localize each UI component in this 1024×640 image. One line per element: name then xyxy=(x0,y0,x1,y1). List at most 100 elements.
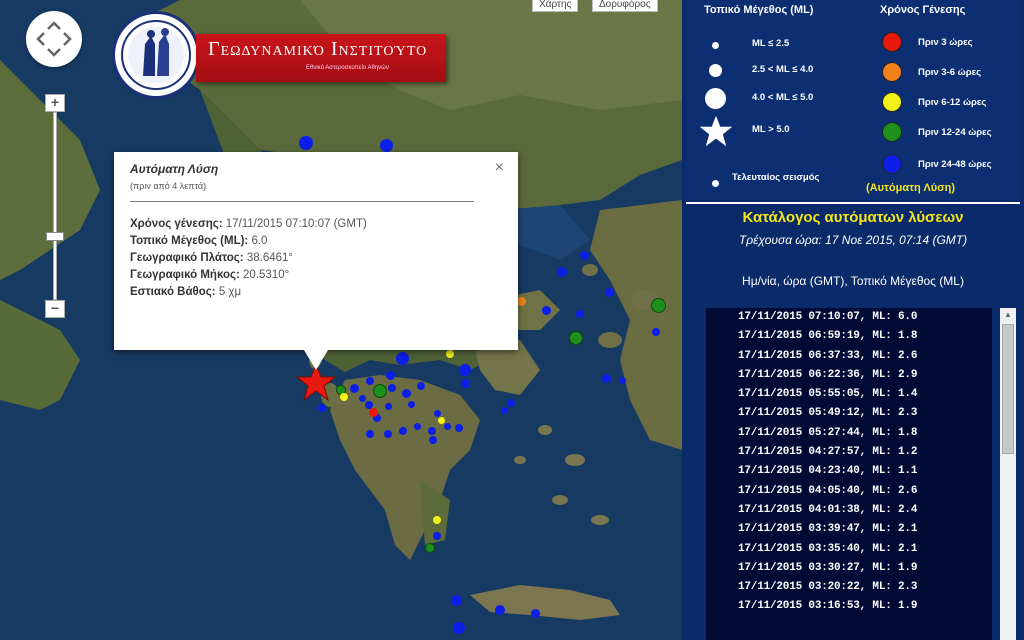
earthquake-marker[interactable] xyxy=(443,422,451,430)
magnitude-legend-item: 4.0 < ML ≤ 5.0 xyxy=(752,92,814,103)
origin-time-label: Χρόνος γένεσης: xyxy=(130,218,223,230)
earthquake-marker[interactable] xyxy=(399,427,407,435)
earthquake-marker[interactable] xyxy=(433,409,441,417)
earthquake-marker[interactable] xyxy=(388,384,396,392)
close-icon[interactable]: × xyxy=(495,160,504,176)
time-color-circle-icon xyxy=(882,122,902,142)
earthquake-marker[interactable] xyxy=(530,608,540,618)
longitude-row: Γεωγραφικό Μήκος: 20.5310° xyxy=(130,269,502,281)
institute-logo: Γεωδυναμικό Ινστιτούτο Εθνικό Αστεροσκοπ… xyxy=(112,11,446,101)
earthquake-marker[interactable] xyxy=(507,399,515,407)
earthquake-marker[interactable] xyxy=(453,622,465,634)
earthquake-marker[interactable] xyxy=(500,406,508,414)
scroll-up-arrow-icon[interactable]: ▲ xyxy=(1000,308,1016,322)
time-legend-item: Πριν 12-24 ώρες xyxy=(918,127,992,138)
earthquake-marker[interactable] xyxy=(407,400,415,408)
magnitude-row: Τοπικό Μέγεθος (ML): 6.0 xyxy=(130,235,502,247)
earthquake-marker[interactable] xyxy=(425,543,435,553)
earthquake-marker[interactable] xyxy=(366,377,374,385)
pan-arrows-icon xyxy=(36,21,72,57)
institute-seal-icon xyxy=(112,11,200,99)
earthquake-marker[interactable] xyxy=(384,430,392,438)
earthquake-marker[interactable] xyxy=(299,136,313,150)
earthquake-marker[interactable] xyxy=(318,404,326,412)
earthquake-marker[interactable] xyxy=(579,250,589,260)
zoom-in-button[interactable]: + xyxy=(45,94,65,112)
zoom-slider-thumb[interactable] xyxy=(46,232,64,241)
earthquake-marker[interactable] xyxy=(541,305,551,315)
earthquake-marker[interactable] xyxy=(385,370,395,380)
catalog-entry[interactable]: 17/11/2015 06:37:33, ML: 2.6 xyxy=(706,347,992,366)
catalog-entry[interactable]: 17/11/2015 03:35:40, ML: 2.1 xyxy=(706,540,992,559)
catalog-list[interactable]: 17/11/2015 07:10:07, ML: 6.0 17/11/2015 0… xyxy=(706,308,992,640)
catalog-entry[interactable]: 17/11/2015 05:27:44, ML: 1.8 xyxy=(706,424,992,443)
earthquake-marker[interactable] xyxy=(604,287,614,297)
catalog-entry[interactable]: 17/11/2015 07:10:07, ML: 6.0 xyxy=(706,308,992,327)
earthquake-marker[interactable] xyxy=(433,516,441,524)
catalog-entry[interactable]: 17/11/2015 06:59:19, ML: 1.8 xyxy=(706,327,992,346)
solutions-catalog: Κατάλογος αυτόματων λύσεων Τρέχουσα ώρα:… xyxy=(686,202,1020,640)
earthquake-marker[interactable] xyxy=(349,383,359,393)
time-legend-item: Πριν 24-48 ώρες xyxy=(918,159,992,170)
catalog-entry[interactable]: 17/11/2015 04:05:40, ML: 2.6 xyxy=(706,482,992,501)
earthquake-marker[interactable] xyxy=(459,364,471,376)
time-legend-item: Πριν 3-6 ώρες xyxy=(918,67,982,78)
earthquake-marker[interactable] xyxy=(569,331,583,345)
magnitude-legend-item: ML > 5.0 xyxy=(752,124,790,135)
earthquake-marker[interactable] xyxy=(428,427,436,435)
map-type-map-button[interactable]: Χάρτης xyxy=(532,0,579,12)
seismic-monitor-page: Χάρτης Δορυφόρος + − Γεωδυναμικό Ινστιτο… xyxy=(0,0,1024,640)
earthquake-marker[interactable] xyxy=(368,407,378,417)
earthquake-marker[interactable] xyxy=(460,378,470,388)
catalog-entry[interactable]: 17/11/2015 03:30:27, ML: 1.9 xyxy=(706,559,992,578)
catalog-entry[interactable]: 17/11/2015 03:39:47, ML: 2.1 xyxy=(706,520,992,539)
catalog-entry[interactable]: 17/11/2015 05:49:12, ML: 2.3 xyxy=(706,404,992,423)
earthquake-marker[interactable] xyxy=(450,594,462,606)
catalog-entry[interactable]: 17/11/2015 03:16:53, ML: 1.9 xyxy=(706,597,992,616)
earthquake-marker[interactable] xyxy=(340,393,348,401)
map-type-satellite-button[interactable]: Δορυφόρος xyxy=(592,0,658,12)
earthquake-marker[interactable] xyxy=(557,267,567,277)
earthquake-marker[interactable] xyxy=(618,376,626,384)
zoom-out-button[interactable]: − xyxy=(45,300,65,318)
earthquake-marker[interactable] xyxy=(379,138,393,152)
earthquake-marker[interactable] xyxy=(652,328,660,336)
magnitude-value: 6.0 xyxy=(251,235,268,247)
pan-control[interactable] xyxy=(26,11,82,67)
earthquake-marker[interactable] xyxy=(429,436,437,444)
large-circle-icon xyxy=(705,88,726,109)
earthquake-marker[interactable] xyxy=(433,532,441,540)
earthquake-marker[interactable] xyxy=(384,402,392,410)
earthquake-marker[interactable] xyxy=(395,351,409,365)
earthquake-marker[interactable] xyxy=(401,388,411,398)
earthquake-marker[interactable] xyxy=(455,424,463,432)
earthquake-marker[interactable] xyxy=(437,416,445,424)
earthquake-marker[interactable] xyxy=(366,430,374,438)
earthquake-marker[interactable] xyxy=(446,350,454,358)
catalog-entry[interactable]: 17/11/2015 04:23:40, ML: 1.1 xyxy=(706,462,992,481)
catalog-entry[interactable]: 17/11/2015 05:55:05, ML: 1.4 xyxy=(706,385,992,404)
catalog-columns-header: Ημ/νία, ώρα (GMT), Τοπικό Μέγεθος (ML) xyxy=(742,274,964,288)
earthquake-marker[interactable] xyxy=(495,605,505,615)
scrollbar-thumb[interactable] xyxy=(1002,324,1014,454)
catalog-entry[interactable]: 17/11/2015 04:01:38, ML: 2.4 xyxy=(706,501,992,520)
earthquake-marker[interactable] xyxy=(417,382,425,390)
catalog-scrollbar[interactable]: ▲ xyxy=(1000,308,1016,640)
side-panel: Τοπικό Μέγεθος (ML) Χρόνος Γένεσης ML ≤ … xyxy=(682,0,1024,640)
catalog-entry[interactable]: 17/11/2015 04:27:57, ML: 1.2 xyxy=(706,443,992,462)
map-view[interactable]: Χάρτης Δορυφόρος + − Γεωδυναμικό Ινστιτο… xyxy=(0,0,682,640)
earthquake-marker[interactable] xyxy=(373,384,387,398)
depth-value: 5 χμ xyxy=(218,286,242,298)
earthquake-marker[interactable] xyxy=(576,310,584,318)
info-window-details: Χρόνος γένεσης: 17/11/2015 07:10:07 (GMT… xyxy=(130,218,502,298)
time-color-circle-icon xyxy=(882,154,902,174)
earthquake-marker[interactable] xyxy=(650,297,666,313)
catalog-entry[interactable]: 17/11/2015 03:20:22, ML: 2.3 xyxy=(706,578,992,597)
time-legend-item: Πριν 6-12 ώρες xyxy=(918,97,987,108)
earthquake-marker[interactable] xyxy=(358,394,366,402)
catalog-title: Κατάλογος αυτόματων λύσεων xyxy=(742,209,964,226)
earthquake-marker[interactable] xyxy=(601,373,611,383)
catalog-entry[interactable]: 17/11/2015 06:22:36, ML: 2.9 xyxy=(706,366,992,385)
earthquake-marker[interactable] xyxy=(413,422,421,430)
zoom-track[interactable] xyxy=(53,112,57,300)
